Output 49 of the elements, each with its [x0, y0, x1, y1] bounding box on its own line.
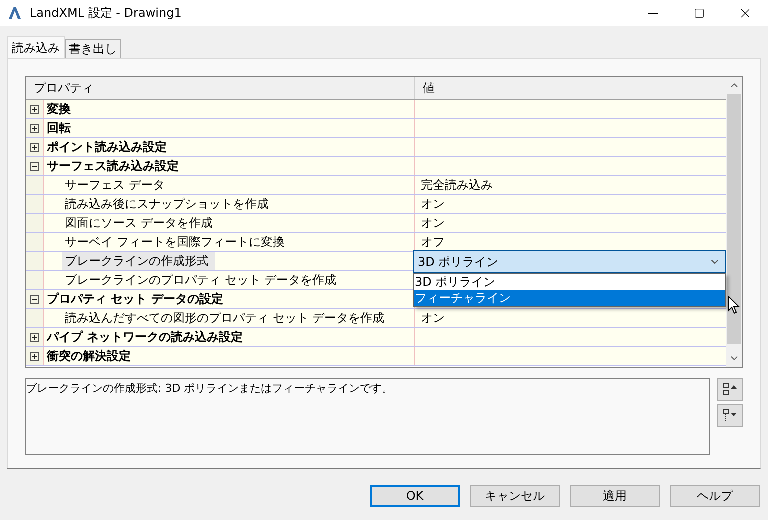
- expand-all-button[interactable]: [717, 378, 743, 401]
- property-label[interactable]: 読み込み後にスナップショットを作成: [62, 195, 272, 213]
- maximize-icon: [694, 8, 704, 18]
- category-label: 変換: [47, 101, 71, 118]
- property-label[interactable]: サーベイ フィートを国際フィートに変換: [62, 233, 288, 251]
- property-label[interactable]: ブレークラインの作成形式: [62, 252, 215, 270]
- expand-icon[interactable]: [30, 332, 39, 342]
- category-label: 回転: [47, 120, 71, 137]
- property-value: 完全読み込み: [420, 177, 493, 194]
- property-label[interactable]: 図面にソース データを作成: [62, 214, 216, 232]
- value-dropdown[interactable]: 3D ポリライン: [413, 250, 726, 273]
- category-label: 衝突の解決設定: [47, 348, 131, 365]
- tab[interactable]: 書き出し: [65, 39, 121, 58]
- dialog-button[interactable]: ヘルプ: [670, 485, 760, 507]
- mouse-cursor-icon: [728, 296, 740, 315]
- expand-icon[interactable]: [30, 352, 39, 360]
- tab[interactable]: 読み込み: [7, 36, 65, 58]
- dialog-button[interactable]: キャンセル: [470, 485, 560, 507]
- property-value: オン: [420, 310, 445, 327]
- column-header: 値: [422, 80, 436, 97]
- dropdown-option[interactable]: 3D ポリライン: [414, 274, 725, 290]
- expand-icon[interactable]: [30, 104, 39, 114]
- window-title: LandXML 設定 - Drawing1: [30, 5, 182, 22]
- scrollbar[interactable]: [726, 77, 742, 367]
- category-label: プロパティ セット データの設定: [47, 291, 224, 308]
- collapse-icon[interactable]: [30, 294, 39, 304]
- property-value: オン: [420, 215, 445, 232]
- collapse-icon[interactable]: [30, 162, 39, 170]
- category-label: ポイント読み込み設定: [47, 139, 167, 156]
- dialog-button[interactable]: 適用: [570, 485, 660, 507]
- app-logo-icon: [8, 6, 22, 20]
- column-header: プロパティ: [26, 77, 415, 99]
- scroll-thumb[interactable]: [727, 94, 741, 344]
- property-label[interactable]: サーフェス データ: [62, 176, 168, 194]
- tree-up-icon: [723, 383, 737, 396]
- property-value: オン: [420, 196, 445, 213]
- expand-icon[interactable]: [30, 142, 39, 152]
- dialog-button[interactable]: OK: [370, 485, 460, 507]
- property-label[interactable]: 読み込んだすべての図形のプロパティ セット データを作成: [62, 309, 388, 327]
- description-text: ブレークラインの作成形式: 3D ポリラインまたはフィーチャラインです。: [26, 382, 394, 395]
- expand-icon[interactable]: [30, 124, 39, 132]
- tree-down-icon: [723, 409, 737, 422]
- dropdown-option[interactable]: フィーチャライン: [414, 290, 725, 306]
- category-label: パイプ ネットワークの読み込み設定: [47, 329, 244, 346]
- minimize-icon: [648, 12, 658, 14]
- property-value: オフ: [420, 234, 445, 251]
- property-label[interactable]: ブレークラインのプロパティ セット データを作成: [62, 271, 340, 289]
- category-label: サーフェス読み込み設定: [47, 158, 179, 175]
- collapse-all-button[interactable]: [717, 404, 743, 427]
